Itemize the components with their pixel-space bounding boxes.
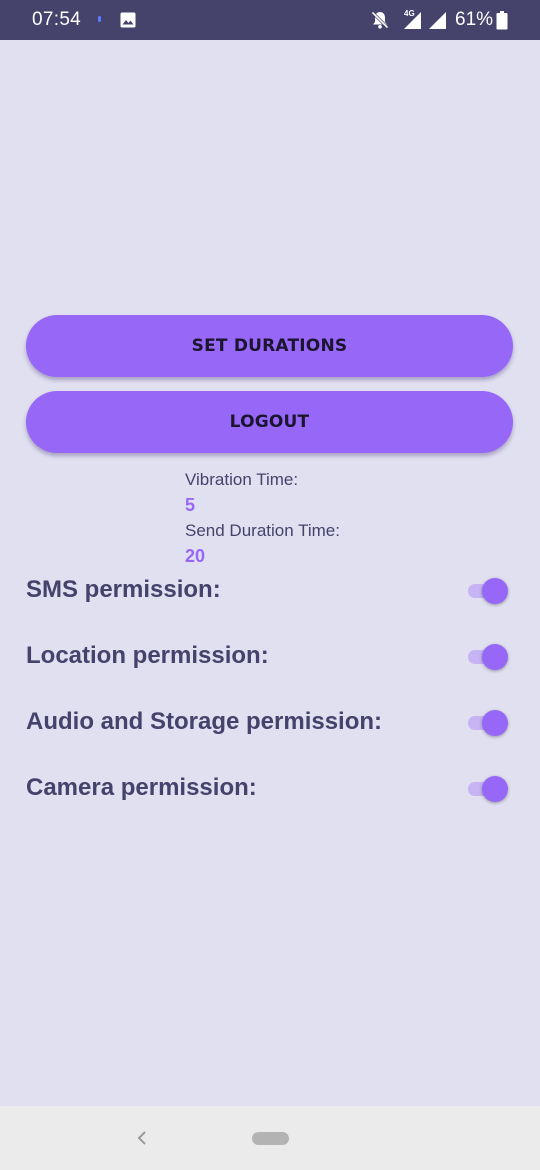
home-pill-icon[interactable]	[252, 1132, 289, 1145]
audio-storage-permission-label: Audio and Storage permission:	[26, 708, 383, 735]
navigation-bar	[0, 1106, 540, 1170]
audio-storage-permission-switch[interactable]	[468, 709, 510, 736]
switch-thumb	[482, 644, 508, 670]
sms-permission-switch[interactable]	[468, 577, 510, 604]
camera-permission-row: Camera permission:	[26, 773, 514, 809]
audio-storage-permission-row: Audio and Storage permission:	[26, 707, 514, 743]
wifi-signal-icon	[429, 12, 446, 29]
vibration-time-value: 5	[185, 495, 196, 515]
signal-icon	[404, 12, 421, 29]
location-permission-switch[interactable]	[468, 643, 510, 670]
logout-button[interactable]: LOGOUT	[26, 391, 513, 453]
camera-permission-label: Camera permission:	[26, 774, 257, 801]
send-duration-value: 20	[185, 546, 206, 566]
bell-off-icon	[371, 11, 389, 29]
set-durations-button[interactable]: SET DURATIONS	[26, 315, 513, 377]
status-bar: 07:54 4G 61%	[0, 0, 540, 40]
switch-thumb	[482, 776, 508, 802]
switch-thumb	[482, 710, 508, 736]
location-permission-label: Location permission:	[26, 642, 269, 669]
sms-permission-label: SMS permission:	[26, 576, 221, 603]
sms-permission-row: SMS permission:	[26, 575, 514, 611]
image-icon	[120, 12, 136, 28]
notification-dot-icon	[98, 16, 101, 22]
send-duration-label: Send Duration Time:	[185, 521, 340, 540]
camera-permission-switch[interactable]	[468, 775, 510, 802]
battery-percent: 61%	[455, 9, 494, 30]
location-permission-row: Location permission:	[26, 641, 514, 677]
status-time: 07:54	[32, 9, 82, 30]
back-icon[interactable]	[134, 1126, 150, 1150]
battery-icon	[496, 11, 508, 30]
switch-thumb	[482, 578, 508, 604]
vibration-time-label: Vibration Time:	[185, 470, 299, 489]
